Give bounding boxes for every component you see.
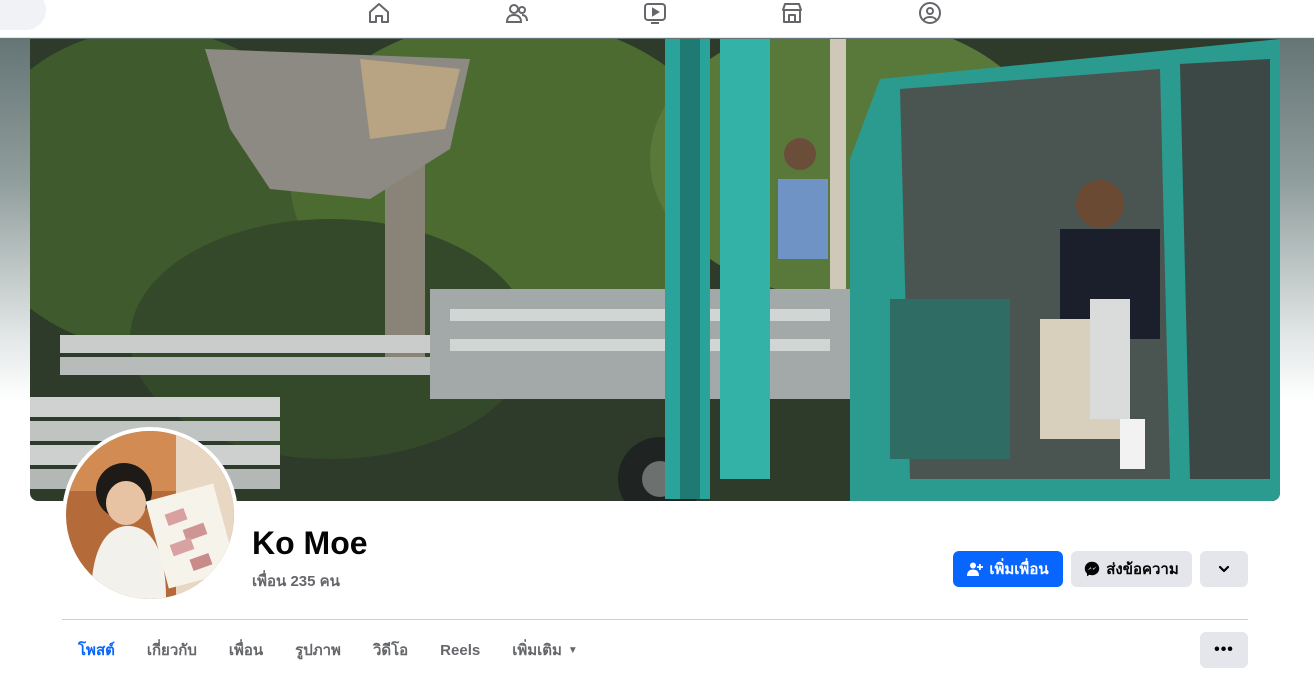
- marketplace-icon[interactable]: [777, 0, 807, 26]
- tab-more[interactable]: เพิ่มเติม ▼: [496, 632, 594, 668]
- ellipsis-icon: •••: [1214, 641, 1234, 658]
- add-friend-label: เพิ่มเพื่อน: [989, 561, 1049, 578]
- video-icon[interactable]: [640, 0, 670, 26]
- home-icon[interactable]: [364, 0, 394, 26]
- profile-divider: [62, 619, 1248, 620]
- tab-videos-label: วิดีโอ: [372, 642, 409, 659]
- chevron-down-icon: [1218, 565, 1230, 573]
- profile-tabs: โพสต์ เกี่ยวกับ เพื่อน รูปภาพ วิดีโอ Ree…: [62, 632, 594, 668]
- message-label: ส่งข้อความ: [1106, 561, 1179, 578]
- tab-photos[interactable]: รูปภาพ: [279, 632, 357, 668]
- tab-videos[interactable]: วิดีโอ: [357, 632, 424, 668]
- search-field[interactable]: [0, 0, 46, 30]
- tab-friends-label: เพื่อน: [228, 642, 264, 659]
- tab-about-label: เกี่ยวกับ: [146, 642, 197, 659]
- tab-posts[interactable]: โพสต์: [62, 632, 131, 668]
- groups-icon[interactable]: [915, 0, 945, 26]
- top-navbar: [0, 0, 1314, 38]
- message-button[interactable]: ส่งข้อความ: [1071, 551, 1192, 587]
- cover-photo[interactable]: [30, 39, 1280, 501]
- friend-count[interactable]: เพื่อน 235 คน: [252, 569, 340, 593]
- tab-reels-label: Reels: [440, 641, 481, 659]
- profile-avatar[interactable]: [62, 427, 238, 603]
- tab-photos-label: รูปภาพ: [295, 642, 341, 659]
- tab-more-label: เพิ่มเติม: [512, 642, 562, 659]
- add-friend-icon: [967, 562, 984, 576]
- tab-posts-label: โพสต์: [78, 642, 115, 659]
- more-options-button[interactable]: •••: [1200, 632, 1248, 668]
- caret-down-icon: ▼: [567, 644, 578, 656]
- profile-name: Ko Moe: [252, 525, 368, 561]
- tab-reels[interactable]: Reels: [424, 632, 496, 668]
- profile-options-button[interactable]: [1200, 551, 1248, 587]
- tab-friends[interactable]: เพื่อน: [213, 632, 279, 668]
- add-friend-button[interactable]: เพิ่มเพื่อน: [953, 551, 1063, 587]
- tab-about[interactable]: เกี่ยวกับ: [131, 632, 213, 668]
- messenger-icon: [1085, 561, 1100, 577]
- friends-icon[interactable]: [502, 0, 532, 26]
